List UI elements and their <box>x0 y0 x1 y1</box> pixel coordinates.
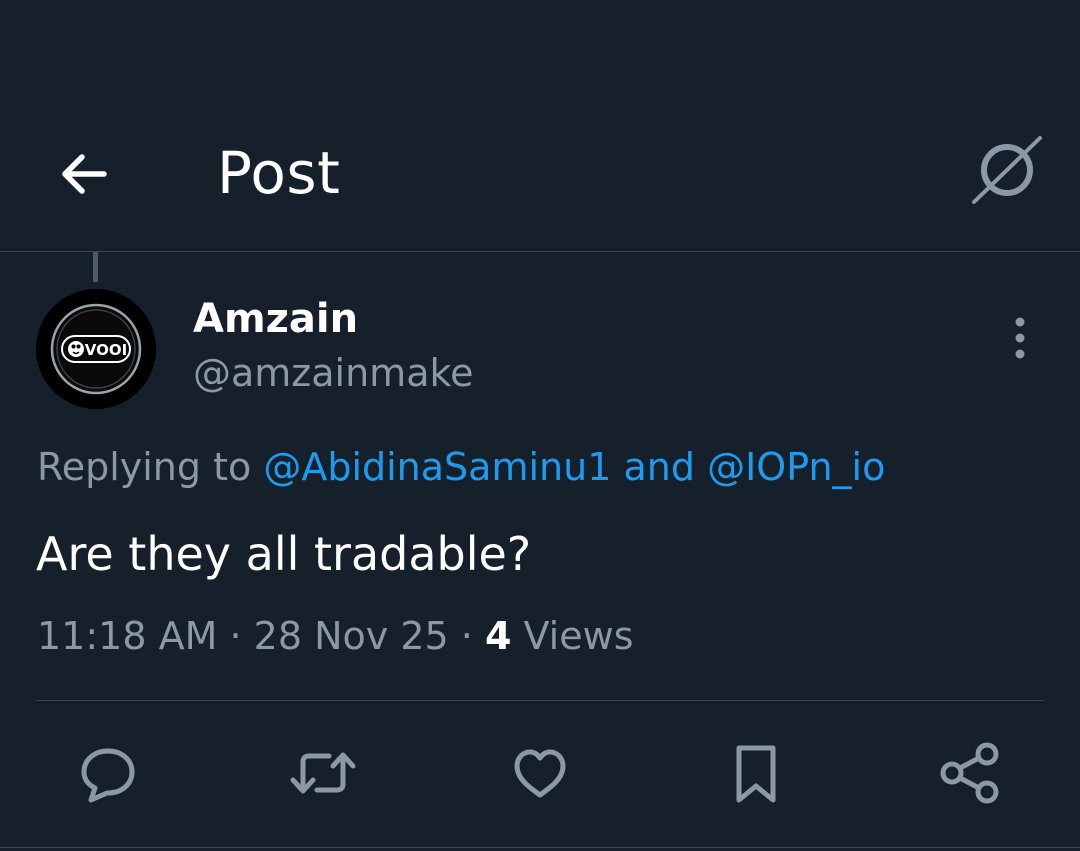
meta-separator-2: · <box>460 614 473 658</box>
bookmark-icon <box>736 745 776 803</box>
repost-arrows-icon <box>290 752 356 794</box>
post-detail-screen: Post VOOI Amzain @amzainmake Replying to… <box>0 0 1080 851</box>
avatar-logo-text: VOOI <box>85 341 127 359</box>
post-metadata: 11:18 AM · 28 Nov 25 · 4 Views <box>37 611 634 661</box>
page-title: Post <box>217 139 341 207</box>
arrow-left-icon <box>62 154 107 194</box>
post-text: Are they all tradable? <box>36 527 532 581</box>
post-date: 28 Nov 25 <box>253 614 449 658</box>
views-link[interactable]: 4 Views <box>485 614 634 658</box>
replying-to-line: Replying to @AbidinaSaminu1 and @IOPn_io <box>37 443 885 491</box>
slashed-circle-icon <box>972 136 1042 204</box>
top-app-bar: Post <box>0 0 1080 252</box>
author-handle[interactable]: @amzainmake <box>193 350 474 396</box>
views-label: Views <box>523 614 634 658</box>
author-display-name[interactable]: Amzain <box>193 296 358 342</box>
views-count: 4 <box>484 614 512 658</box>
bookmark-button[interactable] <box>718 735 794 811</box>
divider <box>36 700 1044 701</box>
heart-icon <box>514 749 566 798</box>
like-button[interactable] <box>502 735 578 811</box>
mention-link-1[interactable]: @AbidinaSaminu1 <box>263 445 611 489</box>
bottom-border <box>0 847 1080 848</box>
speech-bubble-icon <box>81 748 135 803</box>
more-options-button[interactable] <box>995 310 1045 366</box>
thread-connector-line <box>93 252 98 282</box>
mention-joiner: and <box>623 445 695 489</box>
replying-to-prefix: Replying to <box>37 445 252 489</box>
repost-button[interactable] <box>285 735 361 811</box>
avatar[interactable]: VOOI <box>36 289 156 409</box>
reply-button[interactable] <box>70 735 146 811</box>
hide-button[interactable] <box>968 134 1044 206</box>
mention-link-2[interactable]: @IOPn_io <box>707 445 885 489</box>
share-button[interactable] <box>932 735 1008 811</box>
meta-separator-1: · <box>229 614 242 658</box>
vooi-logo-icon: VOOI <box>36 289 156 409</box>
back-button[interactable] <box>48 138 120 210</box>
post-time: 11:18 AM <box>37 614 218 658</box>
vertical-ellipsis-icon <box>1015 317 1025 359</box>
share-nodes-icon <box>940 742 999 804</box>
